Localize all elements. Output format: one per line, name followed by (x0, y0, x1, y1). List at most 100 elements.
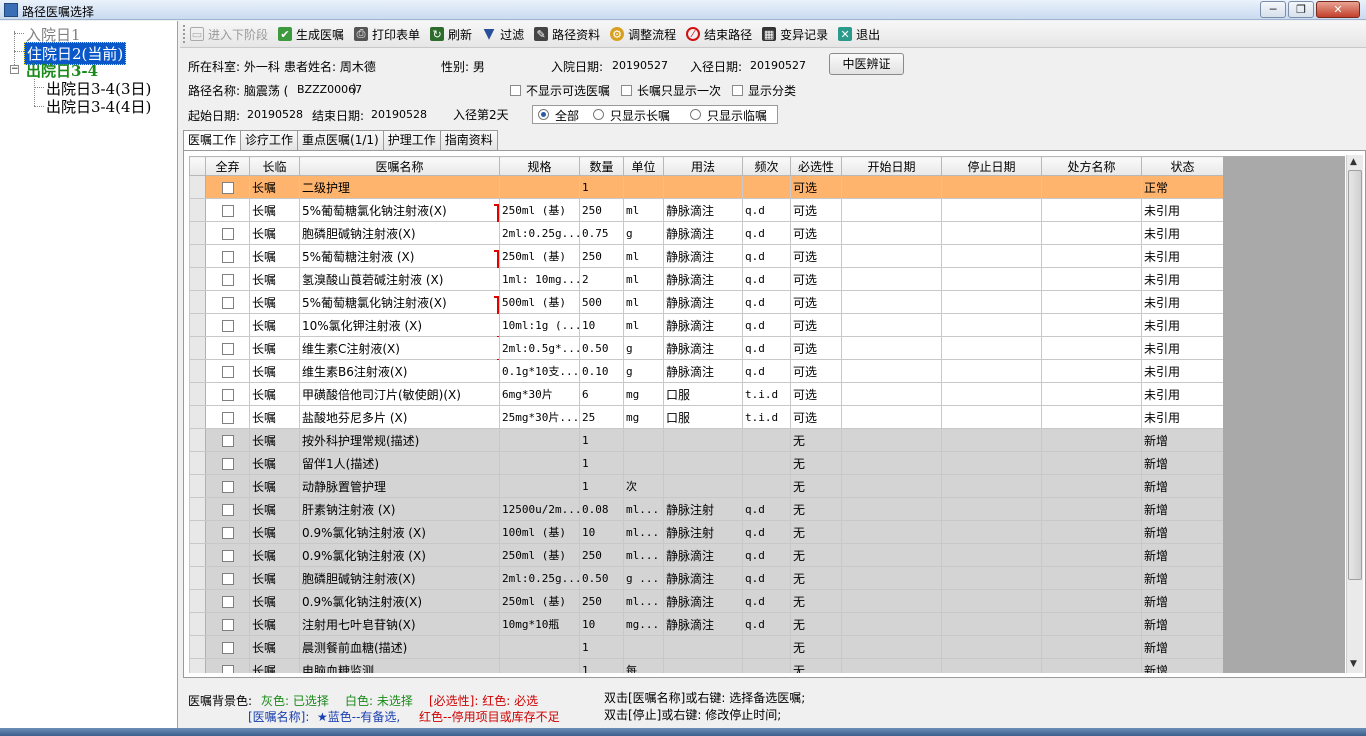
freq-cell[interactable]: q.d (742, 520, 791, 544)
discard-checkbox[interactable] (221, 526, 234, 539)
usage-cell[interactable]: 静脉滴注 (663, 543, 743, 567)
start-date-cell[interactable] (841, 382, 942, 406)
discard-checkbox[interactable] (221, 549, 234, 562)
unit-cell[interactable]: mg... (623, 612, 664, 636)
order-type-cell[interactable]: 长嘱 (249, 359, 300, 383)
required-cell[interactable]: 无 (790, 451, 842, 475)
qty-cell[interactable]: 0.75 (579, 221, 624, 245)
order-type-cell[interactable]: 长嘱 (249, 589, 300, 613)
col-usage[interactable]: 用法 (663, 156, 743, 176)
status-cell[interactable]: 新增 (1141, 497, 1223, 521)
row-header[interactable] (189, 175, 206, 199)
order-name-cell[interactable]: 晨测餐前血糖(描述) (299, 635, 500, 659)
stop-date-cell[interactable] (941, 290, 1042, 314)
freq-cell[interactable]: t.i.d (742, 382, 791, 406)
row-header[interactable] (189, 566, 206, 590)
freq-cell[interactable]: q.d (742, 290, 791, 314)
status-cell[interactable]: 新增 (1141, 612, 1223, 636)
start-date-cell[interactable] (841, 221, 942, 245)
unit-cell[interactable]: g (623, 336, 664, 360)
order-type-cell[interactable]: 长嘱 (249, 198, 300, 222)
freq-cell[interactable] (742, 451, 791, 475)
rx-name-cell[interactable] (1041, 497, 1142, 521)
table-row[interactable]: 长嘱 5%葡萄糖氯化钠注射液(X) 250ml (基) 250 ml 静脉滴注 q.d 可选 未… (189, 198, 1223, 239)
order-type-cell[interactable]: 长嘱 (249, 566, 300, 590)
qty-cell[interactable]: 1 (579, 635, 624, 659)
status-cell[interactable]: 新增 (1141, 451, 1223, 475)
usage-cell[interactable]: 静脉滴注 (663, 336, 743, 360)
radio-all[interactable] (538, 109, 549, 120)
freq-cell[interactable]: q.d (742, 612, 791, 636)
qty-cell[interactable]: 0.50 (579, 566, 624, 590)
freq-cell[interactable]: q.d (742, 198, 791, 222)
discard-checkbox[interactable] (221, 296, 234, 309)
spec-cell[interactable]: 25mg*30片... (499, 405, 580, 429)
freq-cell[interactable] (742, 658, 791, 673)
discard-checkbox[interactable] (221, 365, 234, 378)
qty-cell[interactable]: 10 (579, 313, 624, 337)
discard-checkbox[interactable] (221, 503, 234, 516)
table-row[interactable]: 长嘱 0.9%氯化钠注射液 (X) 250ml (基) 250 ml... 静脉滴注 q.d… (189, 543, 1223, 567)
tab-treatment[interactable]: 诊疗工作 (240, 130, 299, 150)
order-name-cell[interactable]: 动静脉置管护理 (299, 474, 500, 498)
discard-checkbox[interactable] (221, 204, 234, 217)
table-row[interactable]: 长嘱 0.9%氯化钠注射液 (X) 100ml (基) 10 ml... 静脉注射 q.d 无… (189, 520, 1223, 544)
rx-name-cell[interactable] (1041, 382, 1142, 406)
qty-cell[interactable]: 250 (579, 244, 624, 268)
discard-checkbox[interactable] (221, 411, 234, 424)
unit-cell[interactable]: mg (623, 382, 664, 406)
stop-date-cell[interactable] (941, 428, 1042, 452)
start-date-cell[interactable] (841, 267, 942, 291)
order-name-cell[interactable]: 5%葡萄糖氯化钠注射液(X) (299, 198, 500, 239)
spec-cell[interactable]: 250ml (基) (499, 198, 580, 222)
stop-date-cell[interactable] (941, 589, 1042, 613)
required-cell[interactable]: 无 (790, 566, 842, 590)
discard-checkbox[interactable] (221, 572, 234, 585)
tcm-diagnosis-button[interactable]: 中医辨证 (829, 53, 904, 75)
order-name-cell[interactable]: 留伴1人(描述) (299, 451, 500, 475)
freq-cell[interactable]: t.i.d (742, 405, 791, 429)
required-cell[interactable]: 可选 (790, 175, 842, 199)
row-header[interactable] (189, 336, 206, 360)
qty-cell[interactable]: 1 (579, 175, 624, 199)
usage-cell[interactable]: 静脉注射 (663, 520, 743, 544)
start-date-cell[interactable] (841, 244, 942, 268)
unit-cell[interactable]: ml... (623, 497, 664, 521)
row-header[interactable] (189, 359, 206, 383)
rx-name-cell[interactable] (1041, 221, 1142, 245)
stop-date-cell[interactable] (941, 244, 1042, 268)
required-cell[interactable]: 无 (790, 612, 842, 636)
order-type-cell[interactable]: 长嘱 (249, 313, 300, 337)
order-name-cell[interactable]: 5%葡萄糖注射液 (X) (299, 244, 500, 285)
start-date-cell[interactable] (841, 520, 942, 544)
col-qty[interactable]: 数量 (579, 156, 624, 176)
status-cell[interactable]: 正常 (1141, 175, 1223, 199)
status-cell[interactable]: 新增 (1141, 635, 1223, 659)
unit-cell[interactable] (623, 635, 664, 659)
start-date-cell[interactable] (841, 497, 942, 521)
spec-cell[interactable]: 250ml (基) (499, 244, 580, 268)
table-row[interactable]: 长嘱 按外科护理常规(描述) 1 无 新增 (189, 428, 1223, 452)
order-name-cell[interactable]: 5%葡萄糖氯化钠注射液(X) (299, 290, 500, 377)
required-cell[interactable]: 可选 (790, 359, 842, 383)
required-cell[interactable]: 可选 (790, 290, 842, 314)
col-order-name[interactable]: 医嘱名称 (299, 156, 500, 176)
rx-name-cell[interactable] (1041, 566, 1142, 590)
qty-cell[interactable]: 250 (579, 543, 624, 567)
table-row[interactable]: 长嘱 注射用七叶皂苷钠(X) 10mg*10瓶 10 mg... 静脉滴注 q.d 无 新增 (189, 612, 1223, 636)
qty-cell[interactable]: 1 (579, 428, 624, 452)
unit-cell[interactable]: mg (623, 405, 664, 429)
unit-cell[interactable]: ml... (623, 543, 664, 567)
qty-cell[interactable]: 500 (579, 290, 624, 314)
next-stage-button[interactable]: ▭ 进入下阶段 (190, 26, 268, 43)
status-cell[interactable]: 未引用 (1141, 359, 1223, 383)
row-header[interactable] (189, 635, 206, 659)
unit-cell[interactable] (623, 175, 664, 199)
start-date-cell[interactable] (841, 313, 942, 337)
required-cell[interactable]: 可选 (790, 382, 842, 406)
discard-checkbox[interactable] (221, 319, 234, 332)
rx-name-cell[interactable] (1041, 313, 1142, 337)
order-name-cell[interactable]: 0.9%氯化钠注射液(X) (299, 589, 500, 613)
usage-cell[interactable] (663, 451, 743, 475)
discard-checkbox[interactable] (221, 480, 234, 493)
